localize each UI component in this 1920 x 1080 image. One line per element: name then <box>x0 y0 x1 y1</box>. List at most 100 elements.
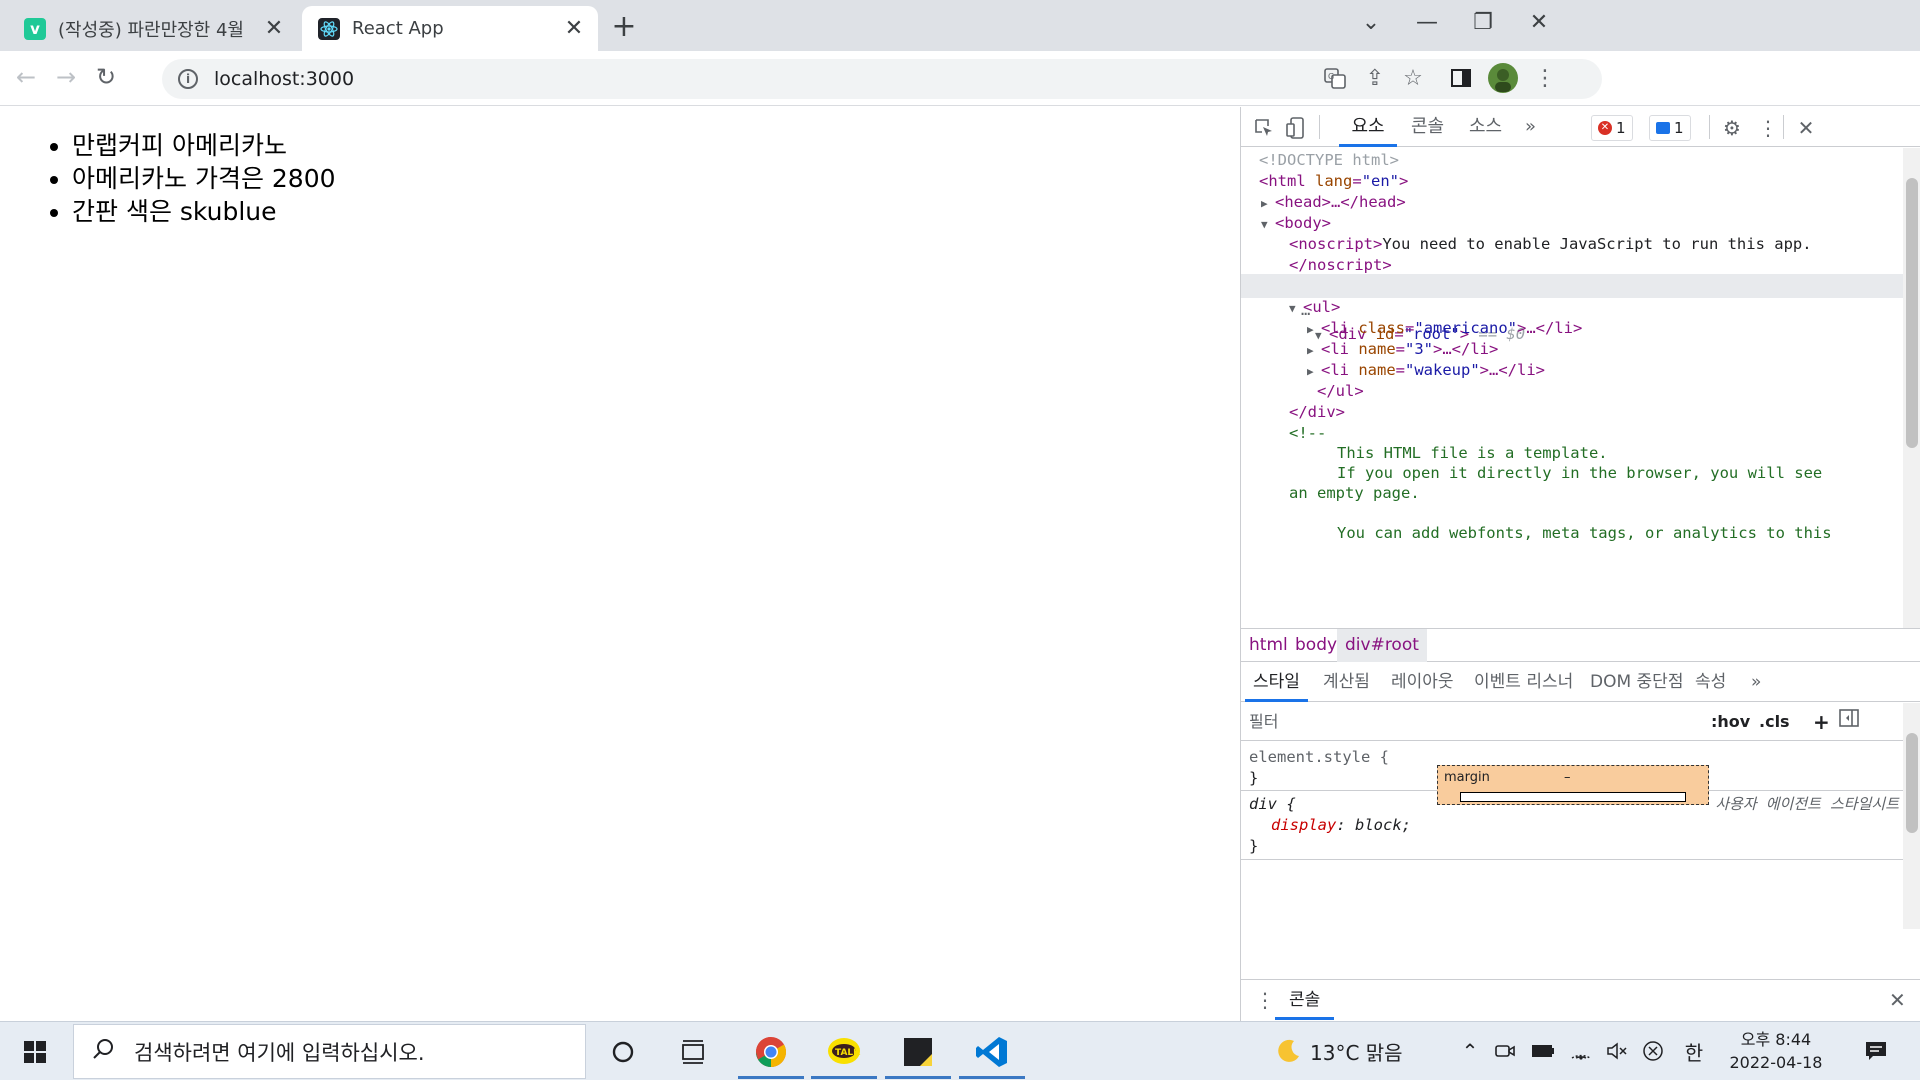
kakaotalk-app-icon[interactable]: TALK <box>807 1024 881 1079</box>
styles-subtabs: 스타일 계산됨 레이아웃 이벤트 리스너 DOM 중단점 속성 » <box>1241 662 1920 702</box>
box-model-margin: margin – <box>1437 765 1709 805</box>
toggle-sidebar-icon[interactable] <box>1839 709 1859 735</box>
cls-toggle[interactable]: .cls <box>1759 709 1790 735</box>
styles-filter-input[interactable]: 필터 <box>1249 709 1679 735</box>
browser-tab-velog[interactable]: v (작성중) 파란만장한 4월 ✕ <box>8 6 298 51</box>
collapse-triangle-icon[interactable]: ▼ <box>1289 297 1303 321</box>
list-item: 아메리카노 가격은 2800 <box>72 162 336 195</box>
clock-date: 2022-04-18 <box>1729 1053 1823 1072</box>
side-panel-icon[interactable] <box>1446 63 1476 93</box>
restore-button[interactable]: ❐ <box>1455 4 1511 40</box>
wifi-icon[interactable] <box>1566 1036 1596 1066</box>
box-model-margin-label: margin <box>1444 770 1490 785</box>
close-icon[interactable]: ✕ <box>262 16 286 41</box>
new-tab-button[interactable]: + <box>608 9 640 44</box>
minimize-button[interactable]: — <box>1399 4 1455 40</box>
svg-text:TALK: TALK <box>835 1048 861 1058</box>
sticky-notes-app-icon[interactable] <box>881 1024 955 1079</box>
site-info-icon[interactable]: i <box>178 69 198 89</box>
svg-text:G: G <box>1328 72 1334 81</box>
attr-lang: lang <box>1315 172 1353 190</box>
more-menu-icon[interactable]: ⋮ <box>1530 63 1560 93</box>
hov-toggle[interactable]: :hov <box>1711 709 1750 735</box>
dom-comment-open[interactable]: <!-- <box>1289 421 1326 445</box>
element-style-selector[interactable]: element.style { <box>1249 746 1389 768</box>
no-input-circle-icon[interactable] <box>1638 1036 1668 1066</box>
drawer-close-icon[interactable]: ✕ <box>1889 988 1906 1012</box>
error-count-badge[interactable]: ✕ 1 <box>1591 115 1633 141</box>
tab-event-listeners[interactable]: 이벤트 리스너 <box>1466 662 1581 702</box>
styles-scrollbar[interactable] <box>1903 703 1920 929</box>
bookmark-star-icon[interactable]: ☆ <box>1398 63 1428 93</box>
chrome-app-icon[interactable] <box>734 1024 808 1079</box>
rule-close-brace: } <box>1249 837 1259 855</box>
share-icon[interactable]: ⇪ <box>1360 63 1390 93</box>
clock-time: 오후 8:44 <box>1740 1030 1812 1049</box>
settings-gear-icon[interactable]: ⚙ <box>1719 115 1745 141</box>
reload-icon[interactable]: ↻ <box>88 59 124 95</box>
error-count: 1 <box>1616 119 1626 137</box>
meet-now-icon[interactable] <box>1490 1036 1520 1066</box>
windows-start-icon[interactable] <box>0 1024 70 1079</box>
tab-properties[interactable]: 속성 <box>1687 662 1734 702</box>
window-close-button[interactable]: ✕ <box>1511 4 1567 40</box>
tab-sources[interactable]: 소스 <box>1469 107 1502 147</box>
drawer-menu-icon[interactable]: ⋮ <box>1255 988 1275 1012</box>
more-tabs-chevron-icon[interactable]: » <box>1525 107 1536 147</box>
scrollbar-thumb[interactable] <box>1906 178 1918 448</box>
new-style-rule-plus-icon[interactable]: + <box>1813 709 1830 735</box>
speaker-muted-icon[interactable] <box>1602 1036 1632 1066</box>
devtools-more-icon[interactable]: ⋮ <box>1755 115 1781 141</box>
toolbar-divider <box>1709 115 1710 139</box>
tab-search-chevron-icon[interactable]: ⌄ <box>1343 4 1399 40</box>
tab-computed[interactable]: 계산됨 <box>1315 662 1378 702</box>
styles-filter-bar: 필터 :hov .cls + <box>1241 703 1903 741</box>
forward-arrow-icon[interactable]: → <box>48 59 84 95</box>
react-logo-icon <box>318 17 340 40</box>
search-placeholder: 검색하려면 여기에 입력하십시오. <box>134 1040 425 1065</box>
breadcrumb-div-root[interactable]: div#root <box>1337 629 1427 662</box>
taskbar-clock[interactable]: 오후 8:44 2022-04-18 <box>1716 1028 1836 1076</box>
tab-dom-breakpoints[interactable]: DOM 중단점 <box>1582 662 1691 702</box>
attr-lang-value: "en" <box>1361 172 1400 190</box>
tab-layout[interactable]: 레이아웃 <box>1383 662 1462 702</box>
browser-tab-react-app[interactable]: React App ✕ <box>302 6 598 51</box>
tab-elements[interactable]: 요소 <box>1339 107 1397 147</box>
devtools-close-icon[interactable]: ✕ <box>1793 115 1819 141</box>
close-icon[interactable]: ✕ <box>562 16 586 41</box>
cortana-circle-icon[interactable] <box>586 1024 660 1079</box>
toolbar-divider <box>1319 115 1320 139</box>
battery-icon[interactable] <box>1528 1036 1558 1066</box>
dom-comment-line: an empty page. <box>1289 484 1420 502</box>
tab-console[interactable]: 콘솔 <box>1411 107 1444 147</box>
inspect-element-icon[interactable] <box>1251 115 1277 141</box>
dom-scrollbar[interactable] <box>1903 148 1920 628</box>
device-toggle-icon[interactable] <box>1283 115 1309 141</box>
weather-moon-icon[interactable] <box>1272 1036 1306 1066</box>
back-arrow-icon[interactable]: ← <box>8 59 44 95</box>
notification-center-icon[interactable] <box>1856 1036 1896 1066</box>
scrollbar-thumb[interactable] <box>1906 733 1918 833</box>
weather-text[interactable]: 13°C 맑음 <box>1310 1036 1403 1066</box>
show-hidden-icons-chevron-icon[interactable]: ⌃ <box>1456 1036 1484 1066</box>
tag-html: <html <box>1259 172 1306 190</box>
tab-styles[interactable]: 스타일 <box>1245 662 1308 702</box>
velog-v-icon: v <box>24 17 46 40</box>
ime-mode-indicator[interactable]: 한 <box>1680 1036 1708 1066</box>
drawer-tab-console[interactable]: 콘솔 <box>1275 980 1335 1020</box>
more-subtabs-chevron-icon[interactable]: » <box>1743 662 1769 702</box>
taskbar-search-box[interactable]: 검색하려면 여기에 입력하십시오. <box>73 1024 586 1079</box>
translate-icon[interactable]: G <box>1320 63 1350 93</box>
list-item: 만랩커피 아메리카노 <box>72 129 336 162</box>
dom-tree: <!DOCTYPE html> <html lang="en"> ▶ <head>… <box>1241 148 1903 628</box>
devtools-panel: 요소 콘솔 소스 » ✕ 1 1 ⚙ ⋮ ✕ <!DOCTYPE html> <… <box>1240 107 1920 1021</box>
browser-toolbar: ← → ↻ i localhost:3000 G ⇪ ☆ ⋮ <box>0 51 1920 106</box>
box-model-margin-value[interactable]: – <box>1564 770 1571 785</box>
toolbar-divider <box>1783 115 1784 139</box>
vscode-app-icon[interactable] <box>955 1024 1029 1079</box>
tab-title: (작성중) 파란만장한 4월 <box>58 19 244 41</box>
task-view-icon[interactable] <box>656 1024 730 1079</box>
message-count-badge[interactable]: 1 <box>1649 115 1691 141</box>
collapse-triangle-icon[interactable]: ▼ <box>1261 213 1275 237</box>
profile-avatar[interactable] <box>1487 62 1519 94</box>
